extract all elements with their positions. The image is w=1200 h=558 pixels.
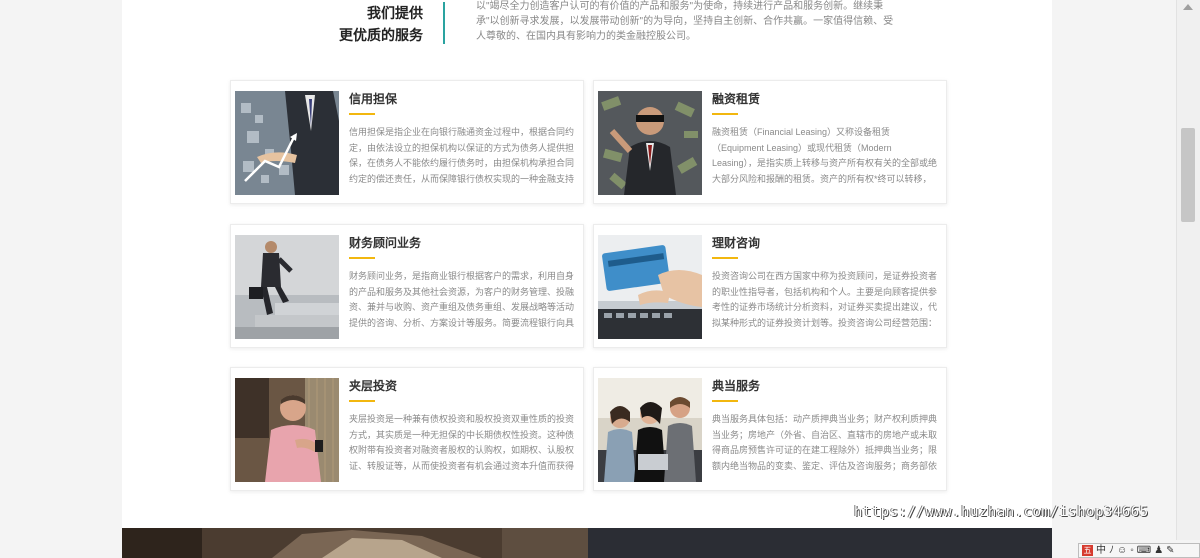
service-description: 夹层投资是一种兼有债权投资和股权投资双重性质的投资方式，其实质是一种无担保的中长… — [349, 414, 575, 471]
service-description: 信用担保是指企业在向银行融通资金过程中，根据合同约定，由依法设立的担保机构以保证… — [349, 127, 575, 184]
ime-punctuation-icon[interactable]: ◦ — [1130, 544, 1134, 557]
service-image-wealth-consulting — [598, 235, 702, 339]
title-underline — [712, 113, 738, 115]
service-card-pawn-services[interactable]: 典当服务 典当服务具体包括：动产质押典当业务；财产权利质押典当业务；房地产（外省… — [593, 367, 947, 491]
heading-line-1: 我们提供 — [367, 5, 423, 21]
heading-line-2: 更优质的服务 — [339, 27, 423, 43]
service-image-pawn-services — [598, 378, 702, 482]
title-underline — [349, 400, 375, 402]
watermark-url: https://www.huzhan.com/ishop34665 — [854, 504, 1149, 520]
ime-settings-icon[interactable]: ✎ — [1166, 544, 1174, 557]
right-gutter — [1052, 0, 1176, 558]
section-intro: 以"竭尽全力创造客户认可的有价值的产品和服务"为使命，持续进行产品和服务创新。继… — [476, 1, 894, 42]
service-title[interactable]: 财务顾问业务 — [349, 235, 575, 251]
ime-emoji-icon[interactable]: ☺ — [1117, 544, 1127, 557]
ime-moon-icon[interactable]: ﾉ — [1109, 544, 1114, 557]
title-underline — [349, 257, 375, 259]
service-image-credit-guarantee — [235, 91, 339, 195]
service-image-financial-advisory — [235, 235, 339, 339]
scroll-up-icon[interactable] — [1183, 4, 1193, 10]
service-description: 投资咨询公司在西方国家中称为投资顾问，是证券投资者的职业性指导者，包括机构和个人… — [712, 271, 938, 328]
title-underline — [712, 400, 738, 402]
ime-logo-icon[interactable]: 五 — [1082, 545, 1093, 556]
ime-keyboard-icon[interactable]: ⌨ — [1137, 544, 1151, 557]
service-image-financial-leasing — [598, 91, 702, 195]
scrollbar-thumb[interactable] — [1181, 128, 1195, 222]
service-card-financial-advisory[interactable]: 财务顾问业务 财务顾问业务，是指商业银行根据客户的需求，利用自身的产品和服务及其… — [230, 224, 584, 348]
next-section-panel — [588, 528, 1052, 558]
service-title[interactable]: 信用担保 — [349, 91, 575, 107]
title-underline — [712, 257, 738, 259]
service-card-credit-guarantee[interactable]: 信用担保 信用担保是指企业在向银行融通资金过程中，根据合同约定，由依法设立的担保… — [230, 80, 584, 204]
service-title[interactable]: 夹层投资 — [349, 378, 575, 394]
service-description: 典当服务具体包括：动产质押典当业务；财产权利质押典当业务；房地产（外省、自治区、… — [712, 414, 938, 471]
service-card-mezzanine-investment[interactable]: 夹层投资 夹层投资是一种兼有债权投资和股权投资双重性质的投资方式，其实质是一种无… — [230, 367, 584, 491]
service-card-wealth-consulting[interactable]: 理财咨询 投资咨询公司在西方国家中称为投资顾问，是证券投资者的职业性指导者，包括… — [593, 224, 947, 348]
section-heading: 我们提供 更优质的服务 — [300, 2, 445, 44]
service-description: 融资租赁（Financial Leasing）又称设备租赁（Equipment … — [712, 127, 938, 184]
page-scrollbar[interactable] — [1176, 0, 1200, 540]
service-description: 财务顾问业务，是指商业银行根据客户的需求，利用自身的产品和服务及其他社会资源，为… — [349, 271, 575, 328]
next-section-image — [122, 528, 588, 558]
service-title[interactable]: 融资租赁 — [712, 91, 938, 107]
service-image-mezzanine-investment — [235, 378, 339, 482]
title-underline — [349, 113, 375, 115]
service-title[interactable]: 理财咨询 — [712, 235, 938, 251]
ime-user-icon[interactable]: ♟ — [1154, 544, 1163, 557]
service-card-financial-leasing[interactable]: 融资租赁 融资租赁（Financial Leasing）又称设备租赁（Equip… — [593, 80, 947, 204]
ime-language-toggle[interactable]: 中 — [1096, 544, 1106, 557]
service-title[interactable]: 典当服务 — [712, 378, 938, 394]
ime-toolbar[interactable]: 五 中 ﾉ ☺ ◦ ⌨ ♟ ✎ — [1078, 543, 1200, 558]
